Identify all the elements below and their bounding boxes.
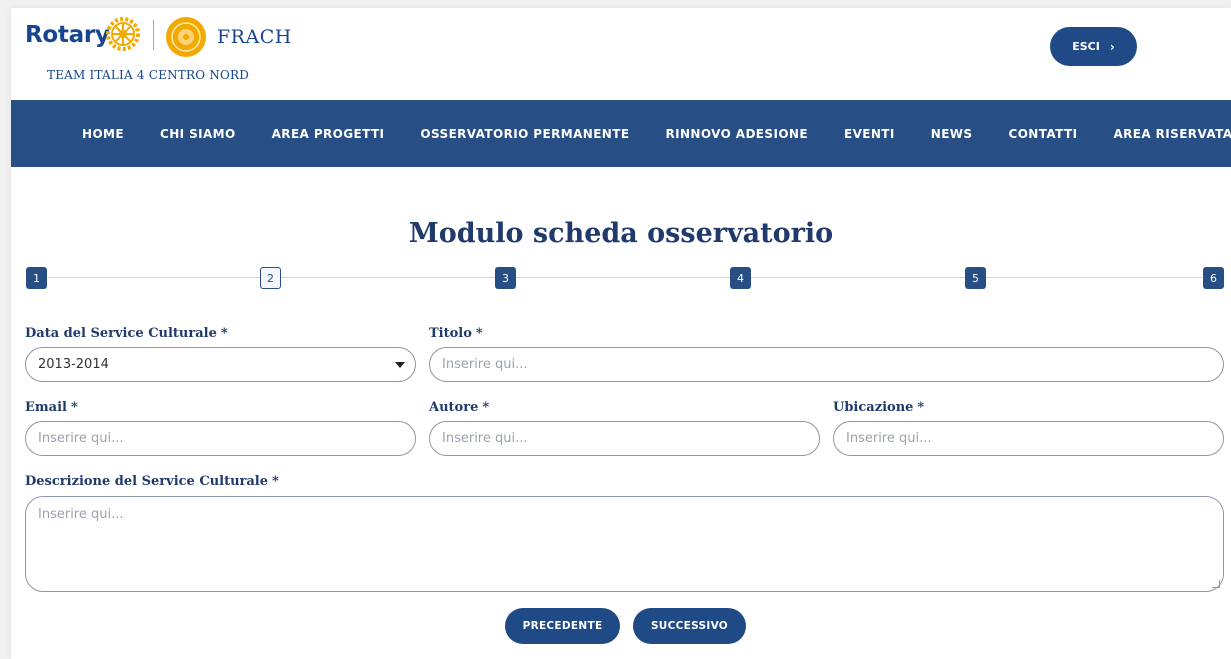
titolo-label: Titolo *	[429, 326, 483, 341]
ubicazione-label: Ubicazione *	[833, 400, 924, 415]
frach-wordmark: FRACH	[217, 26, 292, 48]
ubicazione-input[interactable]	[846, 431, 1211, 446]
nav-item-area-riservata[interactable]: AREA RISERVATA	[1113, 127, 1231, 141]
brand-logo[interactable]: Rotary FRACH TEAM ITALIA 4 CENTRO NORD	[25, 12, 445, 92]
next-button[interactable]: SUCCESSIVO	[633, 608, 746, 644]
team-subtitle: TEAM ITALIA 4 CENTRO NORD	[47, 68, 250, 82]
step-6[interactable]: 6	[1203, 267, 1224, 289]
autore-field[interactable]	[429, 421, 820, 456]
titolo-label-text: Titolo	[429, 326, 472, 341]
step-3[interactable]: 3	[495, 267, 516, 289]
chevron-right-icon: ›	[1109, 39, 1115, 54]
nav-item-rinnovo-adesione[interactable]: RINNOVO ADESIONE	[665, 127, 808, 141]
frach-seal-icon	[166, 17, 206, 57]
required-mark: *	[475, 326, 483, 341]
data-service-label-text: Data del Service Culturale	[25, 326, 217, 341]
nav-item-contatti[interactable]: CONTATTI	[1008, 127, 1077, 141]
ubicazione-field[interactable]	[833, 421, 1224, 456]
data-service-label: Data del Service Culturale *	[25, 326, 228, 341]
step-5[interactable]: 5	[965, 267, 986, 289]
previous-button[interactable]: PRECEDENTE	[505, 608, 620, 644]
nav-item-eventi[interactable]: EVENTI	[844, 127, 895, 141]
exit-button-label: ESCI	[1072, 40, 1100, 53]
step-2[interactable]: 2	[260, 267, 281, 289]
nav-item-chi-siamo[interactable]: CHI SIAMO	[160, 127, 236, 141]
main-nav: HOME CHI SIAMO AREA PROGETTI OSSERVATORI…	[11, 100, 1231, 167]
email-field[interactable]	[25, 421, 416, 456]
caret-down-icon	[395, 362, 405, 368]
required-mark: *	[917, 400, 925, 415]
descrizione-label-text: Descrizione del Service Culturale	[25, 474, 269, 489]
data-service-selected-value: 2013-2014	[38, 357, 109, 372]
page: Rotary FRACH TEAM ITALIA 4 CENTRO NORD E…	[11, 8, 1231, 659]
data-service-select[interactable]: 2013-2014	[25, 347, 416, 382]
titolo-input[interactable]	[442, 357, 1211, 372]
page-title: Modulo scheda osservatorio	[408, 218, 834, 249]
step-4[interactable]: 4	[730, 267, 751, 289]
nav-item-area-progetti[interactable]: AREA PROGETTI	[272, 127, 385, 141]
autore-input[interactable]	[442, 431, 807, 446]
required-mark: *	[482, 400, 490, 415]
nav-item-osservatorio-permanente[interactable]: OSSERVATORIO PERMANENTE	[420, 127, 629, 141]
required-mark: *	[220, 326, 228, 341]
autore-label-text: Autore	[429, 400, 479, 415]
descrizione-textarea[interactable]	[38, 507, 1211, 581]
brand-divider	[153, 20, 154, 50]
nav-item-news[interactable]: NEWS	[931, 127, 973, 141]
email-label-text: Email	[25, 400, 67, 415]
step-1[interactable]: 1	[26, 267, 47, 289]
resize-grip-icon[interactable]	[1212, 580, 1220, 588]
nav-item-home[interactable]: HOME	[82, 127, 124, 141]
required-mark: *	[70, 400, 78, 415]
required-mark: *	[272, 474, 279, 489]
rotary-wordmark: Rotary	[25, 22, 110, 48]
rotary-wheel-icon	[106, 17, 140, 51]
stepper-line	[48, 277, 1202, 278]
form-stepper: 1 2 3 4 5 6	[26, 267, 1224, 289]
exit-button[interactable]: ESCI ›	[1050, 27, 1137, 66]
ubicazione-label-text: Ubicazione	[833, 400, 914, 415]
autore-label: Autore *	[429, 400, 489, 415]
email-label: Email *	[25, 400, 78, 415]
email-input[interactable]	[38, 431, 403, 446]
descrizione-field[interactable]	[25, 496, 1224, 592]
titolo-field[interactable]	[429, 347, 1224, 382]
descrizione-label: Descrizione del Service Culturale *	[25, 474, 279, 489]
